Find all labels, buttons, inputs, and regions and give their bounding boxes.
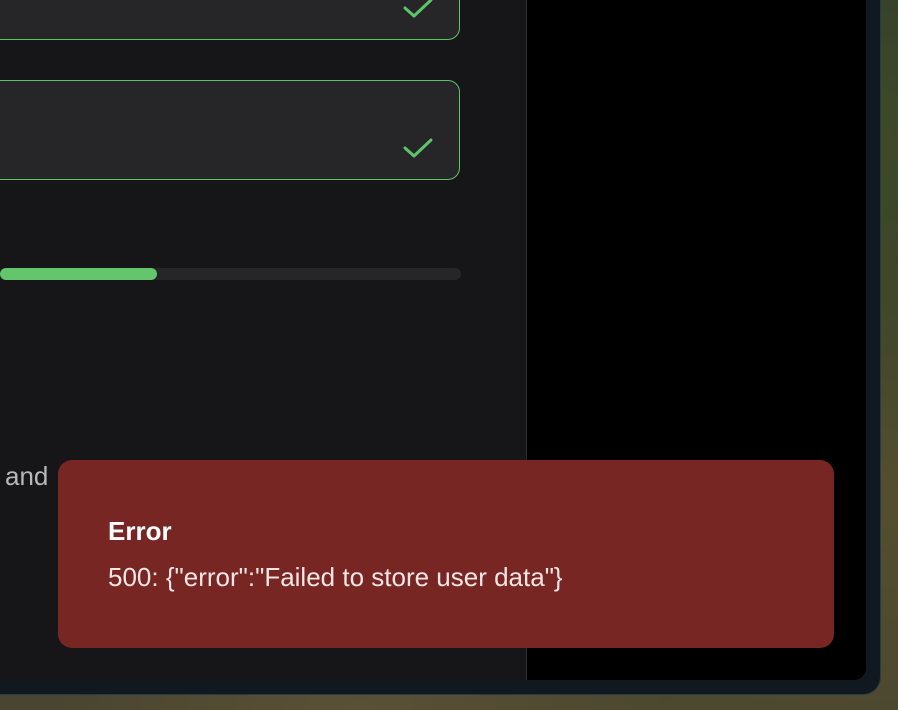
toast-message: 500: {"error":"Failed to store user data… (108, 562, 563, 592)
error-toast[interactable]: Error 500: {"error":"Failed to store use… (58, 460, 834, 648)
check-icon (403, 0, 433, 18)
toast-title: Error (108, 516, 172, 546)
text-field-2[interactable] (0, 80, 460, 180)
progress-bar (0, 268, 461, 280)
check-icon (403, 138, 433, 158)
progress-bar-fill (0, 268, 157, 280)
text-field-1[interactable] (0, 0, 460, 40)
consent-text: and (5, 461, 49, 491)
